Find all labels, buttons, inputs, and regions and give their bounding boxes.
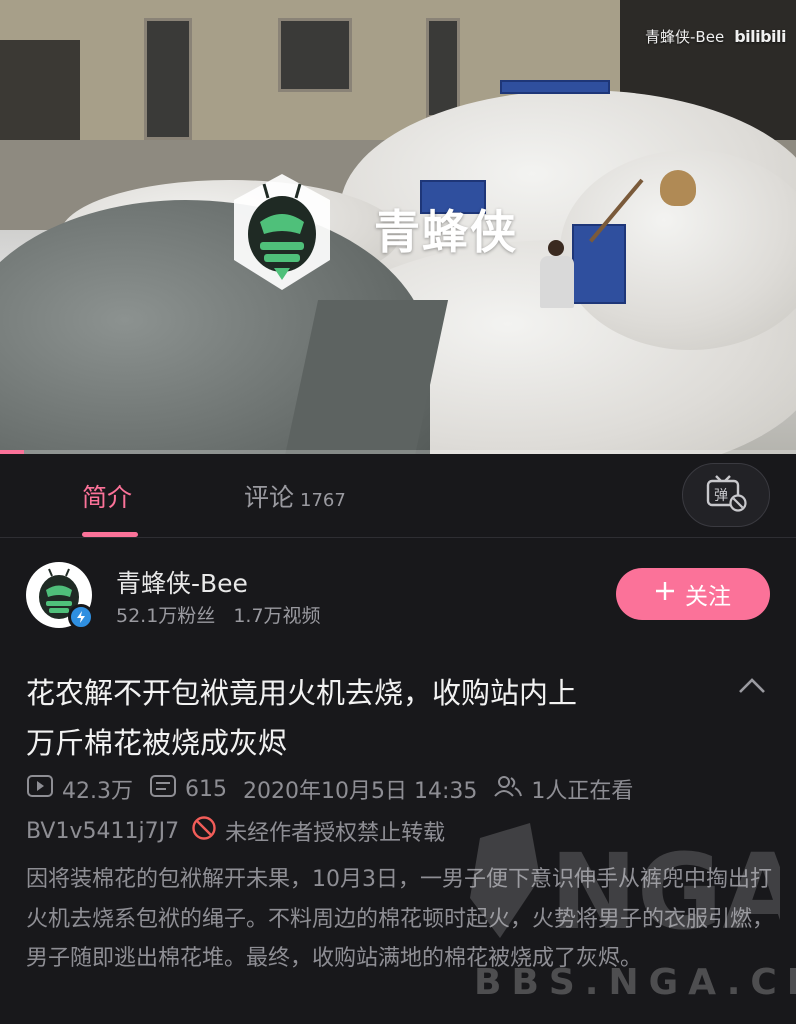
uploader-videos: 1.7万视频 [233,605,321,627]
follow-label: 关注 [685,584,731,610]
people-icon [493,774,523,804]
uploader-fans: 52.1万粉丝 [116,605,216,627]
danmaku-toggle-button[interactable]: 弹 [682,463,770,527]
repost-notice: 未经作者授权禁止转载 [191,815,445,847]
video-meta-row-2: BV1v5411j7J7 未经作者授权禁止转载 [26,814,445,848]
publish-date: 2020年10月5日 14:35 [243,779,478,804]
video-player[interactable]: 青蜂侠 青蜂侠-Bee bilibili [0,0,796,454]
tab-comments-count: 1767 [300,490,346,511]
tab-intro-label: 简介 [82,483,133,512]
video-title-line-2: 万斤棉花被烧成灰烬 [26,726,288,760]
play-icon [26,774,54,804]
nga-watermark-site: BBS.NGA.CN [474,962,796,1003]
corner-channel-name: 青蜂侠-Bee [645,28,725,46]
uploader-name[interactable]: 青蜂侠-Bee [116,564,248,600]
video-watermark-text: 青蜂侠 [374,205,518,259]
corner-watermark: 青蜂侠-Bee bilibili [645,26,786,47]
svg-text:弹: 弹 [714,488,728,504]
uploader-stats: 52.1万粉丝 1.7万视频 [116,601,321,628]
view-count-value: 42.3万 [62,779,133,804]
bee-logo-watermark [230,172,334,292]
danmaku-off-icon: 弹 [704,473,748,517]
verified-badge-icon [68,604,94,630]
bvid[interactable]: BV1v5411j7J7 [26,819,179,844]
tab-active-indicator [82,532,138,537]
bilibili-logo: bilibili [734,27,786,46]
video-title-line-1: 花农解不开包袱竟用火机去烧，收购站内上 [26,676,578,710]
video-meta-row: 42.3万 615 2020年10月5日 14:35 1人正在看 [26,772,649,806]
watching-now-value: 1人正在看 [531,779,634,804]
watching-now: 1人正在看 [493,773,633,805]
tab-comments[interactable]: 评论 1767 [244,478,346,514]
view-count: 42.3万 [26,773,133,805]
repost-notice-text: 未经作者授权禁止转载 [225,821,446,846]
collapse-chevron-up-icon[interactable] [736,674,768,698]
video-title: 花农解不开包袱竟用火机去烧，收购站内上 万斤棉花被烧成灰烬 [26,668,706,768]
danmaku-count: 615 [149,774,227,804]
follow-button[interactable]: 关注 [616,568,770,620]
video-scene-person [536,240,576,308]
video-description: 因将装棉花的包袱解开未果，10月3日，一男子便下意识伸手从裤兜中掏出打火机去烧系… [26,867,775,971]
tab-intro[interactable]: 简介 [82,478,132,514]
tab-comments-label: 评论 [244,483,295,512]
danmaku-icon [149,774,177,804]
tab-bar: 简介 评论 1767 [0,454,796,538]
danmaku-count-value: 615 [185,776,227,802]
plus-icon [655,581,675,607]
forbidden-icon [191,815,217,847]
